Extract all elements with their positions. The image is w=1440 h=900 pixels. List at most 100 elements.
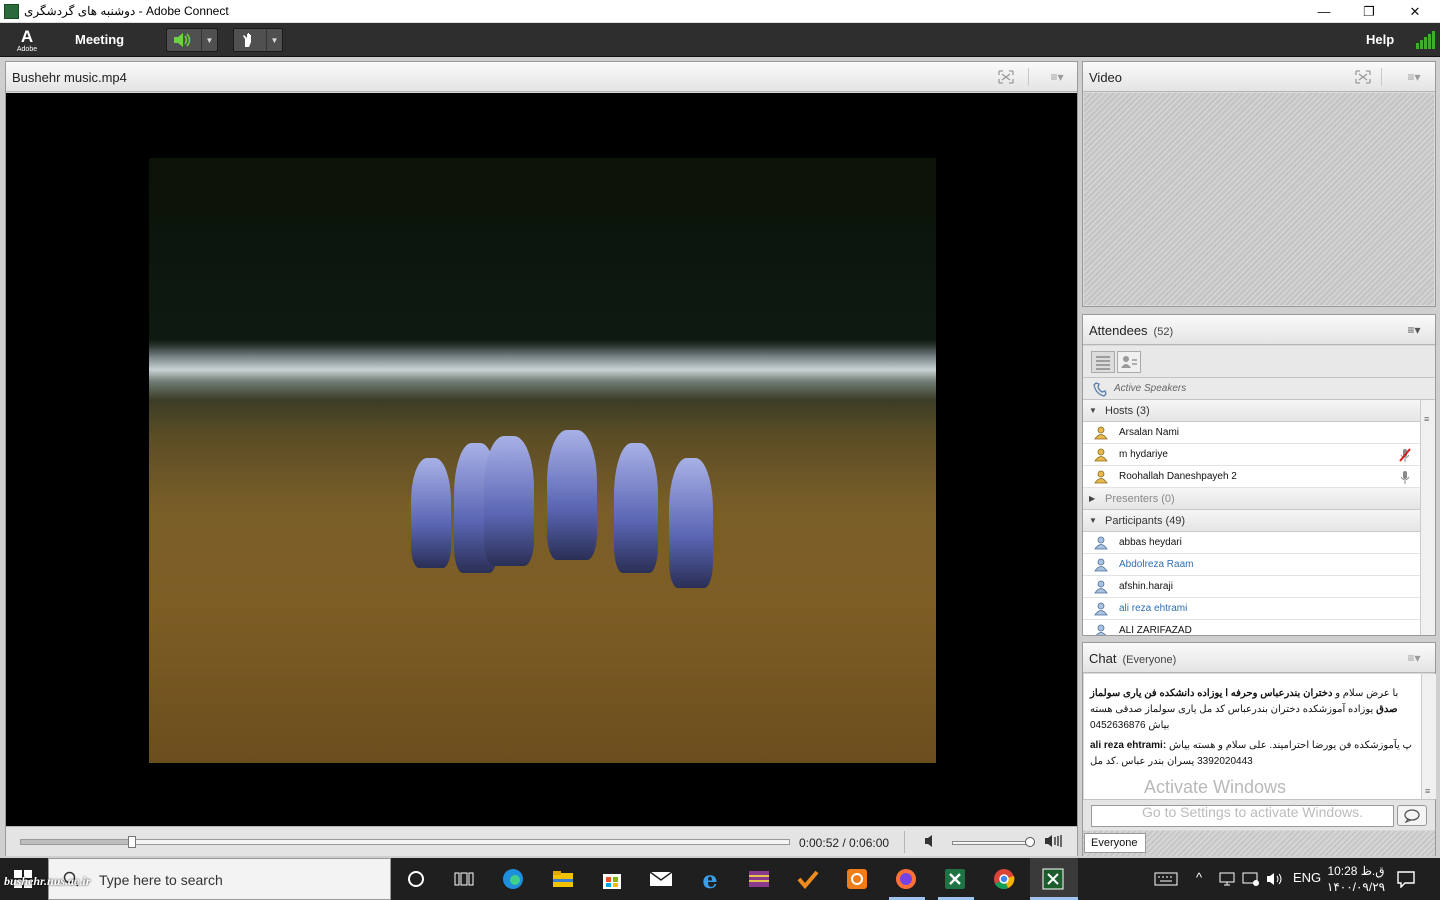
edge-browser-icon[interactable] bbox=[500, 867, 526, 891]
video-figure bbox=[614, 443, 658, 573]
participant-user-icon bbox=[1094, 536, 1108, 550]
fullscreen-icon[interactable] bbox=[996, 69, 1016, 85]
raise-hand-icon bbox=[238, 31, 260, 49]
participant-name: afshin.haraji bbox=[1119, 581, 1173, 592]
pod-options-menu-icon[interactable]: ≡▾ bbox=[1401, 650, 1427, 666]
checkmark-app-icon[interactable] bbox=[795, 867, 821, 891]
mail-icon[interactable] bbox=[648, 867, 674, 891]
raise-hand-button[interactable]: ▼ bbox=[233, 28, 283, 52]
host-user-icon bbox=[1094, 470, 1108, 484]
help-menu[interactable]: Help bbox=[1366, 32, 1394, 47]
seek-handle[interactable] bbox=[127, 836, 136, 848]
pod-options-menu-icon[interactable]: ≡▾ bbox=[1044, 69, 1070, 85]
participant-row[interactable]: Abdolreza Raam bbox=[1083, 554, 1421, 576]
microsoft-store-icon[interactable] bbox=[599, 867, 625, 891]
participant-name: abbas heydari bbox=[1119, 537, 1182, 548]
participant-row[interactable]: abbas heydari bbox=[1083, 532, 1421, 554]
speech-bubble-icon bbox=[1404, 808, 1420, 823]
send-message-button[interactable] bbox=[1397, 805, 1427, 826]
video-frame bbox=[149, 158, 936, 763]
chat-message-input[interactable]: Go to Settings to activate Windows. bbox=[1091, 805, 1394, 827]
fullscreen-icon[interactable] bbox=[1353, 69, 1373, 85]
windows-taskbar: Type here to search bushehr.nus.ac.ir e … bbox=[0, 858, 1440, 900]
chat-pod-title: Chat (Everyone) bbox=[1089, 651, 1177, 666]
participant-row[interactable]: ali reza ehtrami bbox=[1083, 598, 1421, 620]
taskbar-search-box[interactable]: Type here to search bbox=[48, 858, 391, 900]
search-placeholder: Type here to search bbox=[99, 872, 223, 888]
attendee-scrollbar[interactable]: ≡ bbox=[1420, 400, 1435, 635]
phone-icon bbox=[1093, 381, 1109, 400]
chat-message: با عرض سلام و دختران بندرعباس وحرفه ا یو… bbox=[1090, 688, 1399, 731]
file-explorer-icon[interactable] bbox=[550, 867, 576, 891]
close-button[interactable]: ✕ bbox=[1392, 0, 1438, 23]
chat-message: ali reza ehtrami: پ یآموزشکده فن یورضا ا… bbox=[1090, 740, 1412, 767]
speaker-on-icon bbox=[171, 31, 193, 49]
volume-slider[interactable] bbox=[952, 837, 1035, 847]
camera-video-pod: Video ≡▾ bbox=[1082, 61, 1436, 307]
chrome-icon[interactable] bbox=[991, 867, 1017, 891]
language-indicator[interactable]: ENG bbox=[1293, 870, 1321, 885]
hosts-group-header[interactable]: ▼ Hosts (3) bbox=[1083, 400, 1421, 422]
attendee-list: ▼ Hosts (3) Arsalan Nami m hydariye Roohall… bbox=[1083, 400, 1421, 635]
restore-button[interactable]: ❐ bbox=[1346, 0, 1392, 23]
status-view-icon[interactable] bbox=[1117, 351, 1141, 373]
chat-pod: Chat (Everyone) ≡▾ با عرض سلام و دختران ب… bbox=[1082, 642, 1436, 856]
site-watermark: bushehr.nus.ac.ir bbox=[4, 874, 91, 888]
chat-recipient-tab[interactable]: Everyone bbox=[1084, 833, 1146, 853]
attendee-count: (52) bbox=[1153, 326, 1174, 338]
participant-row[interactable]: afshin.haraji bbox=[1083, 576, 1421, 598]
seek-progress bbox=[21, 840, 132, 844]
scroll-grip-icon: ≡ bbox=[1424, 414, 1430, 424]
volume-handle[interactable] bbox=[1024, 837, 1035, 847]
video-player-area[interactable] bbox=[6, 93, 1077, 826]
host-row[interactable]: m hydariye bbox=[1083, 444, 1421, 466]
volume-high-icon[interactable] bbox=[1044, 834, 1064, 850]
expand-arrow-icon: ▼ bbox=[1089, 406, 1097, 415]
video-figure bbox=[669, 458, 713, 588]
excel-icon[interactable] bbox=[942, 867, 968, 891]
chat-input-row: Go to Settings to activate Windows. bbox=[1083, 799, 1435, 830]
cortana-icon[interactable] bbox=[403, 867, 429, 891]
host-row[interactable]: Arsalan Nami bbox=[1083, 422, 1421, 444]
window-title: دوشنبه های گردشگری - Adobe Connect bbox=[24, 4, 229, 18]
attendees-pod-header: Attendees (52) ≡▾ bbox=[1083, 315, 1435, 345]
presenters-group-header[interactable]: ▶ Presenters (0) bbox=[1083, 488, 1421, 510]
chevron-down-icon[interactable]: ▼ bbox=[266, 29, 282, 51]
winrar-icon[interactable] bbox=[746, 867, 772, 891]
video-pod-title: Video bbox=[1089, 70, 1123, 85]
volume-low-icon[interactable] bbox=[924, 834, 940, 850]
chevron-up-icon[interactable]: ^ bbox=[1196, 870, 1202, 885]
internet-explorer-icon[interactable]: e bbox=[697, 865, 723, 894]
volume-icon[interactable] bbox=[1266, 871, 1284, 890]
adobe-connect-icon[interactable] bbox=[1040, 867, 1066, 891]
seek-bar[interactable] bbox=[20, 836, 790, 848]
pod-options-menu-icon[interactable]: ≡▾ bbox=[1401, 322, 1427, 338]
taskbar-clock[interactable]: 10:28 ق.ظ ۱۴۰۰/۰۹/۲۹ bbox=[1325, 863, 1387, 895]
host-row[interactable]: Roohallah Daneshpayeh 2 bbox=[1083, 466, 1421, 488]
participant-name: ALI ZARIFAZAD bbox=[1119, 625, 1192, 635]
playback-controls: 0:00:52 / 0:06:00 bbox=[6, 826, 1077, 856]
participant-row[interactable]: ALI ZARIFAZAD bbox=[1083, 620, 1421, 635]
keyboard-icon[interactable] bbox=[1154, 871, 1178, 890]
chevron-down-icon[interactable]: ▼ bbox=[201, 29, 217, 51]
scroll-grip-icon: ≡ bbox=[1425, 786, 1431, 796]
participants-group-header[interactable]: ▼ Participants (49) bbox=[1083, 510, 1421, 532]
notification-center-icon[interactable] bbox=[1396, 870, 1416, 891]
firefox-icon[interactable] bbox=[893, 867, 919, 891]
share-pod-header: Bushehr music.mp4 ≡▾ bbox=[6, 62, 1077, 92]
network-icon[interactable] bbox=[1218, 871, 1236, 890]
monitor-alert-icon[interactable] bbox=[1242, 871, 1260, 890]
app-menu-bar: A Adobe Meeting ▼ ▼ Help bbox=[0, 23, 1440, 57]
speaker-toggle-button[interactable]: ▼ bbox=[166, 28, 218, 52]
minimize-button[interactable]: — bbox=[1301, 0, 1347, 23]
window-title-bar: دوشنبه های گردشگری - Adobe Connect — ❐ ✕ bbox=[0, 0, 1440, 23]
chat-scrollbar[interactable]: ≡ bbox=[1421, 674, 1436, 799]
meeting-menu[interactable]: Meeting bbox=[75, 32, 124, 47]
mic-muted-icon bbox=[1397, 447, 1413, 463]
collapse-arrow-icon: ▶ bbox=[1089, 494, 1096, 503]
orange-app-icon[interactable] bbox=[844, 867, 870, 891]
attendees-toolbar bbox=[1083, 346, 1435, 378]
pod-options-menu-icon[interactable]: ≡▾ bbox=[1401, 69, 1427, 85]
task-view-icon[interactable] bbox=[451, 867, 477, 891]
list-view-icon[interactable] bbox=[1091, 351, 1115, 373]
